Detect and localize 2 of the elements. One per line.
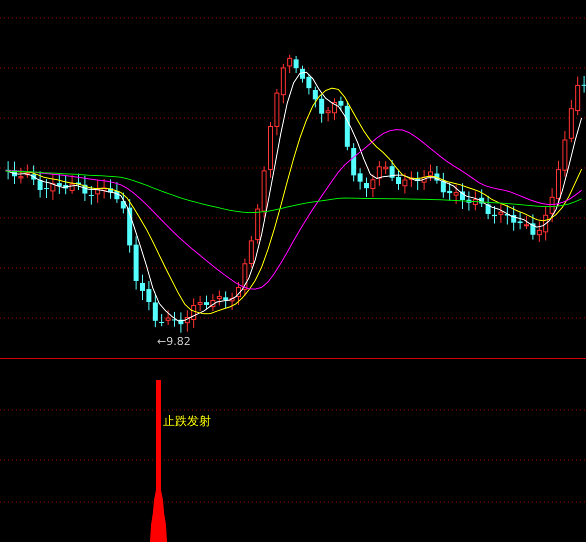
low-price-label: ←9.82 bbox=[157, 335, 191, 348]
signal-label: 止跌发射 bbox=[163, 414, 211, 428]
